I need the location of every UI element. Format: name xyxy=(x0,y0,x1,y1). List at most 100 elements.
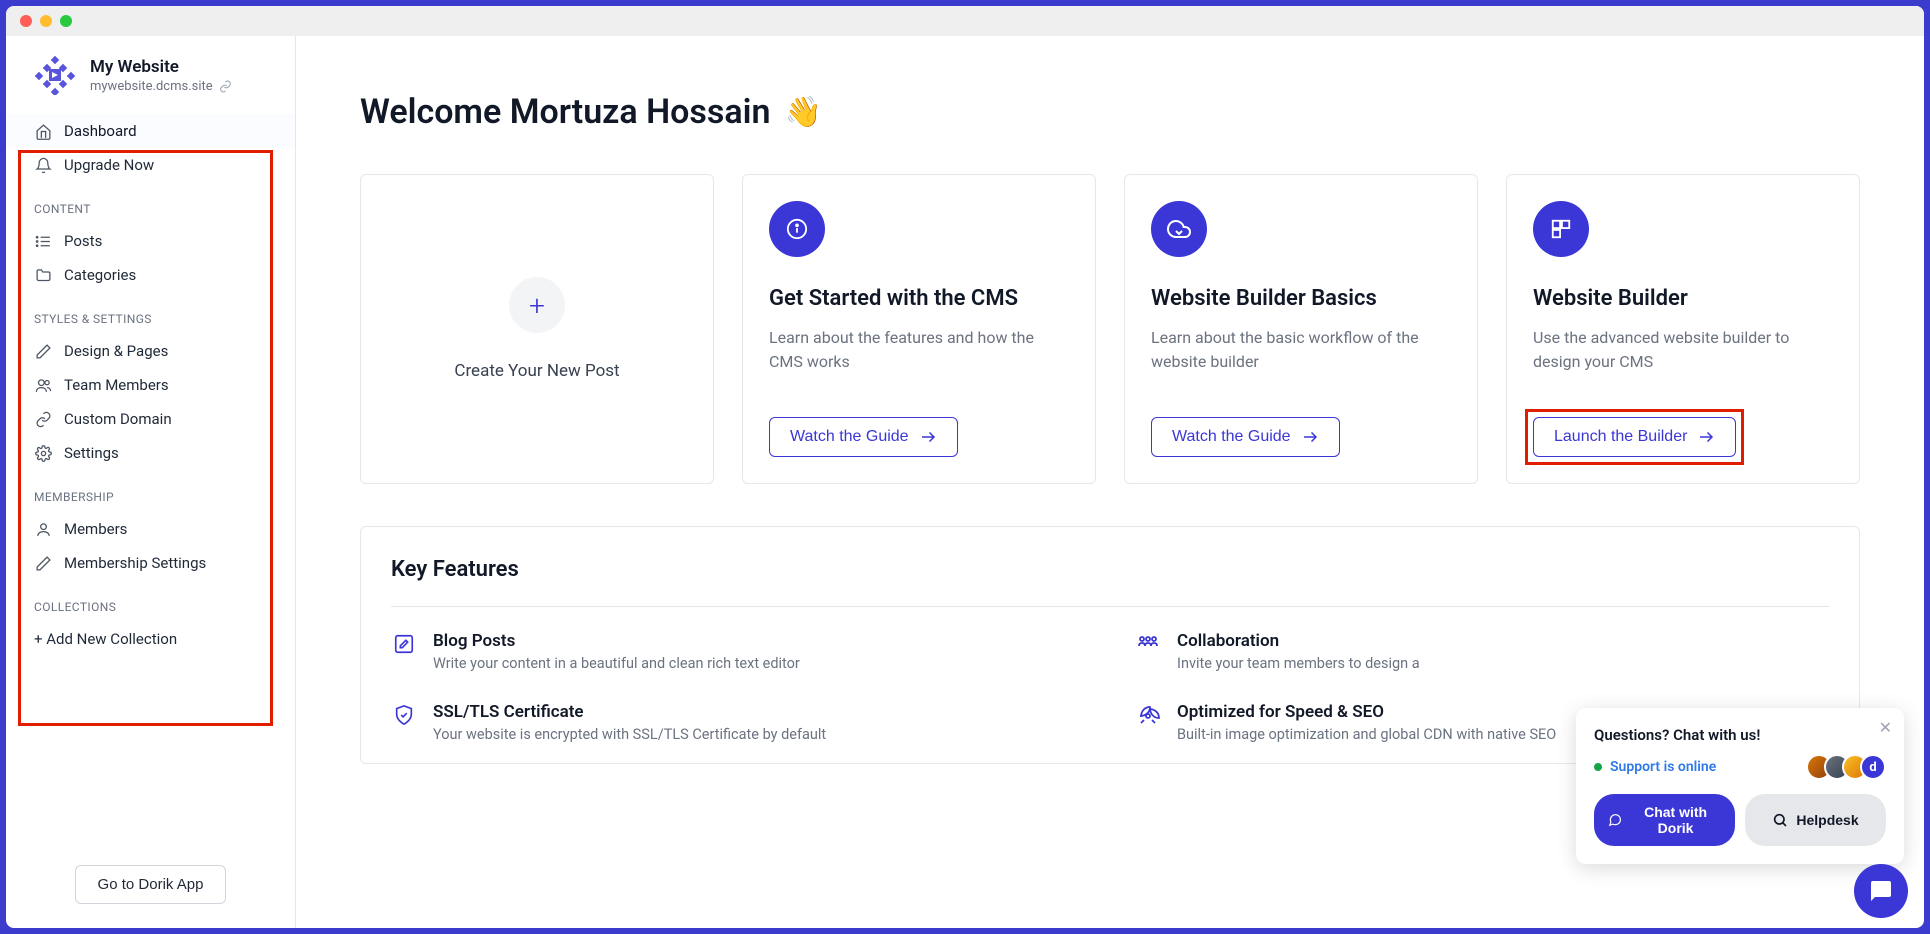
users-icon xyxy=(34,376,52,394)
cloud-icon xyxy=(1151,201,1207,257)
window-titlebar xyxy=(6,6,1924,36)
button-label: Helpdesk xyxy=(1796,812,1858,828)
sidebar: My Website mywebsite.dcms.site Dashboard… xyxy=(6,36,296,928)
key-features-title: Key Features xyxy=(391,557,1829,582)
sidebar-item-upgrade[interactable]: Upgrade Now xyxy=(6,148,295,182)
arrow-right-icon xyxy=(1697,428,1715,446)
chat-widget: ✕ Questions? Chat with us! Support is on… xyxy=(1576,708,1904,864)
sidebar-section-content: CONTENT xyxy=(6,182,295,224)
arrow-right-icon xyxy=(919,428,937,446)
sidebar-item-membership-settings[interactable]: Membership Settings xyxy=(6,546,295,580)
card-title: Website Builder xyxy=(1533,285,1833,314)
card-description: Use the advanced website builder to desi… xyxy=(1533,326,1833,374)
card-new-post[interactable]: + Create Your New Post xyxy=(360,174,714,484)
link-icon xyxy=(219,80,232,93)
button-label: Launch the Builder xyxy=(1554,428,1687,446)
plus-icon: + xyxy=(509,277,565,333)
chat-with-dorik-button[interactable]: Chat with Dorik xyxy=(1594,794,1735,846)
card-title: Website Builder Basics xyxy=(1151,285,1451,314)
layout-icon xyxy=(1533,201,1589,257)
shield-icon xyxy=(391,702,417,743)
card-builder-basics: Website Builder Basics Learn about the b… xyxy=(1124,174,1478,484)
sidebar-section-membership: MEMBERSHIP xyxy=(6,470,295,512)
card-description: Learn about the basic workflow of the we… xyxy=(1151,326,1451,374)
sidebar-item-design[interactable]: Design & Pages xyxy=(6,334,295,368)
chat-fab-button[interactable] xyxy=(1854,864,1908,918)
cards-grid: + Create Your New Post Get Started with … xyxy=(360,174,1860,484)
window-close-button[interactable] xyxy=(20,15,32,27)
goto-dorik-app-button[interactable]: Go to Dorik App xyxy=(75,865,227,904)
wave-emoji-icon: 👋 xyxy=(784,95,821,130)
pencil-icon xyxy=(34,342,52,360)
arrow-right-icon xyxy=(1301,428,1319,446)
site-name: My Website xyxy=(90,57,232,77)
feature-description: Built-in image optimization and global C… xyxy=(1177,726,1556,743)
sidebar-item-label: Design & Pages xyxy=(64,342,168,360)
sidebar-item-label: Posts xyxy=(64,232,102,250)
window-maximize-button[interactable] xyxy=(60,15,72,27)
launch-builder-button[interactable]: Launch the Builder xyxy=(1533,417,1736,457)
home-icon xyxy=(34,122,52,140)
card-label: Create Your New Post xyxy=(454,361,619,381)
chain-link-icon xyxy=(34,410,52,428)
sidebar-item-posts[interactable]: Posts xyxy=(6,224,295,258)
card-description: Learn about the features and how the CMS… xyxy=(769,326,1069,374)
card-get-started-cms: Get Started with the CMS Learn about the… xyxy=(742,174,1096,484)
button-label: Chat with Dorik xyxy=(1630,804,1721,836)
window-minimize-button[interactable] xyxy=(40,15,52,27)
feature-title: SSL/TLS Certificate xyxy=(433,702,826,722)
sidebar-section-collections: COLLECTIONS xyxy=(6,580,295,622)
sidebar-item-label: Members xyxy=(64,520,127,538)
feature-collaboration: Collaboration Invite your team members t… xyxy=(1135,631,1829,672)
sidebar-item-label: Settings xyxy=(64,444,119,462)
status-dot-icon xyxy=(1594,763,1602,771)
sidebar-item-label: Team Members xyxy=(64,376,169,394)
watch-guide-button[interactable]: Watch the Guide xyxy=(1151,417,1340,457)
sidebar-section-styles: STYLES & SETTINGS xyxy=(6,292,295,334)
bell-icon xyxy=(34,156,52,174)
feature-title: Collaboration xyxy=(1177,631,1420,651)
feature-description: Your website is encrypted with SSL/TLS C… xyxy=(433,726,826,743)
rocket-icon xyxy=(1135,702,1161,743)
site-header: My Website mywebsite.dcms.site xyxy=(6,54,295,114)
list-icon xyxy=(34,232,52,250)
gear-icon xyxy=(34,444,52,462)
chat-bubble-icon xyxy=(1608,812,1622,828)
sidebar-item-label: Dashboard xyxy=(64,122,137,140)
chat-close-button[interactable]: ✕ xyxy=(1879,718,1892,737)
sidebar-item-team[interactable]: Team Members xyxy=(6,368,295,402)
sidebar-item-categories[interactable]: Categories xyxy=(6,258,295,292)
card-website-builder: Website Builder Use the advanced website… xyxy=(1506,174,1860,484)
sidebar-item-label: Categories xyxy=(64,266,136,284)
site-logo-icon xyxy=(34,54,76,96)
card-title: Get Started with the CMS xyxy=(769,285,1069,314)
chat-status-text: Support is online xyxy=(1610,759,1716,775)
sidebar-item-domain[interactable]: Custom Domain xyxy=(6,402,295,436)
sidebar-item-add-collection[interactable]: + Add New Collection xyxy=(6,622,295,656)
collaboration-icon xyxy=(1135,631,1161,672)
feature-blog-posts: Blog Posts Write your content in a beaut… xyxy=(391,631,1085,672)
button-label: Watch the Guide xyxy=(790,428,909,446)
welcome-heading: Welcome Mortuza Hossain 👋 xyxy=(360,92,1860,132)
sidebar-item-members[interactable]: Members xyxy=(6,512,295,546)
helpdesk-button[interactable]: Helpdesk xyxy=(1745,794,1886,846)
chat-status: Support is online xyxy=(1594,759,1716,775)
welcome-text: Welcome Mortuza Hossain xyxy=(360,92,770,132)
pencil-icon xyxy=(34,554,52,572)
sidebar-item-label: + Add New Collection xyxy=(34,630,177,648)
support-avatars: d xyxy=(1814,754,1886,780)
sidebar-item-label: Membership Settings xyxy=(64,554,206,572)
button-label: Watch the Guide xyxy=(1172,428,1291,446)
user-icon xyxy=(34,520,52,538)
avatar: d xyxy=(1860,754,1886,780)
feature-description: Invite your team members to design a xyxy=(1177,655,1420,672)
info-icon xyxy=(769,201,825,257)
watch-guide-button[interactable]: Watch the Guide xyxy=(769,417,958,457)
feature-title: Blog Posts xyxy=(433,631,800,651)
sidebar-item-settings[interactable]: Settings xyxy=(6,436,295,470)
sidebar-item-dashboard[interactable]: Dashboard xyxy=(6,114,295,148)
feature-ssl: SSL/TLS Certificate Your website is encr… xyxy=(391,702,1085,743)
feature-title: Optimized for Speed & SEO xyxy=(1177,702,1556,722)
site-subdomain[interactable]: mywebsite.dcms.site xyxy=(90,79,232,94)
folder-icon xyxy=(34,266,52,284)
